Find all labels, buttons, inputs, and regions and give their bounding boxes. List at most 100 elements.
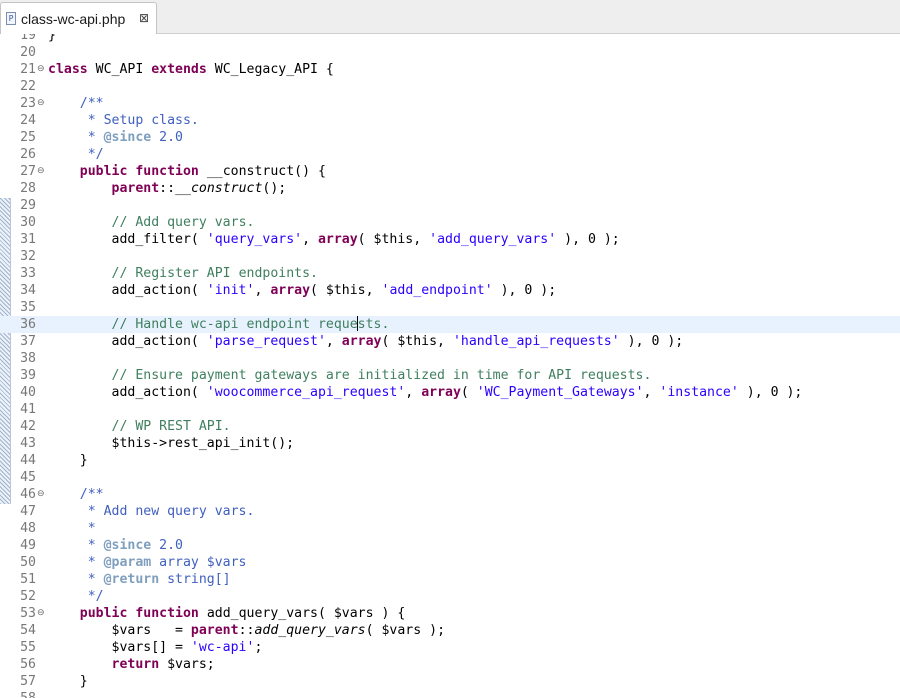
code-editor[interactable]: 19} 20 21 ⊖ class WC_API extends WC_Legacy_A…: [0, 34, 900, 698]
code-line[interactable]: 41: [0, 401, 900, 418]
code-token: 'WC_Payment_Gateways': [476, 385, 644, 400]
line-number: 30: [20, 215, 36, 230]
code-token: add_action(: [48, 334, 207, 349]
code-line[interactable]: 33 // Register API endpoints.: [0, 265, 900, 282]
fold-toggle-icon[interactable]: ⊖: [37, 61, 45, 78]
code-line[interactable]: 43 $this->rest_api_init();: [0, 435, 900, 452]
line-code: * @since 2.0: [48, 129, 183, 146]
line-number: 54: [20, 623, 36, 638]
code-line[interactable]: 54 $vars = parent::add_query_vars( $vars…: [0, 622, 900, 639]
code-token: *: [48, 572, 104, 587]
code-line[interactable]: 42 // WP REST API.: [0, 418, 900, 435]
code-line[interactable]: 38: [0, 350, 900, 367]
code-token: add_filter(: [48, 232, 207, 247]
close-icon[interactable]: ⊠: [139, 11, 149, 25]
code-line[interactable]: 56 return $vars;: [0, 656, 900, 673]
code-token: ::: [238, 623, 255, 638]
code-line[interactable]: 50 * @param array $vars: [0, 554, 900, 571]
code-line[interactable]: 48 *: [0, 520, 900, 537]
code-line[interactable]: 30 // Add query vars.: [0, 214, 900, 231]
code-line[interactable]: 27 ⊖ public function __construct() {: [0, 163, 900, 180]
line-code: *: [48, 520, 96, 537]
line-code: }: [48, 34, 56, 44]
code-token: */: [48, 589, 104, 604]
code-line[interactable]: 36 // Handle wc-api endpoint requests.: [0, 316, 900, 333]
code-line[interactable]: 20: [0, 44, 900, 61]
code-token: 'init': [206, 283, 255, 298]
code-line[interactable]: 22: [0, 78, 900, 95]
line-number: 57: [20, 674, 36, 689]
code-token: add_action(: [48, 283, 207, 298]
line-number: 56: [20, 657, 36, 672]
code-line[interactable]: 40 add_action( 'woocommerce_api_request'…: [0, 384, 900, 401]
code-line[interactable]: 26 */: [0, 146, 900, 163]
line-number: 40: [20, 385, 36, 400]
code-token: parent: [111, 181, 160, 196]
line-code: // Register API endpoints.: [48, 265, 318, 282]
code-line[interactable]: 37 add_action( 'parse_request', array( $…: [0, 333, 900, 350]
fold-toggle-icon[interactable]: ⊖: [37, 163, 45, 180]
code-token: @since: [103, 538, 152, 553]
line-code: * @since 2.0: [48, 537, 183, 554]
code-line[interactable]: 49 * @since 2.0: [0, 537, 900, 554]
php-file-icon: P: [6, 12, 16, 25]
line-code: * @param array $vars: [48, 554, 247, 571]
code-token: * Setup class.: [48, 113, 199, 128]
code-line[interactable]: 19}: [0, 34, 900, 44]
line-number: 58: [12, 690, 36, 698]
code-line[interactable]: 31 add_filter( 'query_vars', array( $thi…: [0, 231, 900, 248]
code-line[interactable]: 28 parent::__construct();: [0, 180, 900, 197]
code-token: *: [48, 538, 104, 553]
code-line[interactable]: 25 * @since 2.0: [0, 129, 900, 146]
line-number: 46: [20, 487, 36, 502]
line-code: add_action( 'parse_request', array( $thi…: [48, 333, 684, 350]
code-line[interactable]: 53 ⊖ public function add_query_vars( $var…: [0, 605, 900, 622]
code-line[interactable]: 57 }: [0, 673, 900, 690]
tab-title: class-wc-api.php: [21, 11, 126, 27]
code-token: }: [48, 674, 88, 689]
code-token: parent: [190, 623, 239, 638]
code-line[interactable]: 44 }: [0, 452, 900, 469]
code-line[interactable]: 23 ⊖ /**: [0, 95, 900, 112]
line-code: public function __construct() {: [48, 163, 326, 180]
fold-toggle-icon[interactable]: ⊖: [37, 605, 45, 622]
code-line[interactable]: 35: [0, 299, 900, 316]
code-token: ( $this,: [310, 283, 382, 298]
code-line[interactable]: 24 * Setup class.: [0, 112, 900, 129]
line-code: add_action( 'woocommerce_api_request', a…: [48, 384, 803, 401]
line-number: 20: [20, 45, 36, 60]
code-token: // Ensure payment gateways are initializ…: [111, 368, 652, 383]
code-line[interactable]: 34 add_action( 'init', array( $this, 'ad…: [0, 282, 900, 299]
tab-class-wc-api[interactable]: P class-wc-api.php ⊠: [0, 2, 157, 34]
code-line[interactable]: 29: [0, 197, 900, 214]
code-token: @param: [103, 555, 152, 570]
code-line[interactable]: 45: [0, 469, 900, 486]
code-line[interactable]: 52 */: [0, 588, 900, 605]
code-token: string[]: [159, 572, 231, 587]
code-token: *: [48, 521, 96, 536]
code-token: *: [48, 130, 104, 145]
code-token: add_action(: [48, 385, 207, 400]
code-line[interactable]: 55 $vars[] = 'wc-api';: [0, 639, 900, 656]
fold-toggle-icon[interactable]: ⊖: [37, 486, 45, 503]
line-number: 31: [20, 232, 36, 247]
line-number: 55: [20, 640, 36, 655]
code-token: ;: [254, 640, 263, 655]
code-token: // WP REST API.: [111, 419, 231, 434]
code-line[interactable]: 51 * @return string[]: [0, 571, 900, 588]
code-line[interactable]: 21 ⊖ class WC_API extends WC_Legacy_API {: [0, 61, 900, 78]
code-token: ::: [159, 181, 176, 196]
code-line[interactable]: 58: [0, 690, 900, 698]
code-line[interactable]: 32: [0, 248, 900, 265]
code-line[interactable]: 39 // Ensure payment gateways are initia…: [0, 367, 900, 384]
code-line[interactable]: 46 ⊖ /**: [0, 486, 900, 503]
code-line[interactable]: 47 * Add new query vars.: [0, 503, 900, 520]
line-code: $this->rest_api_init();: [48, 435, 295, 452]
line-number: 32: [20, 249, 36, 264]
line-number: 33: [20, 266, 36, 281]
fold-toggle-icon[interactable]: ⊖: [37, 95, 45, 112]
code-token: ,: [405, 385, 422, 400]
